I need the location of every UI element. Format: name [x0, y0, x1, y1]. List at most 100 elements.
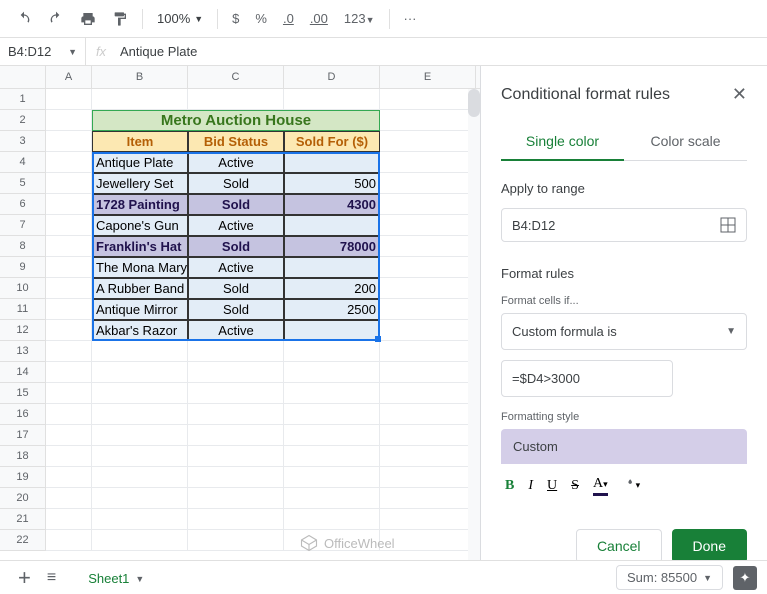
italic-button[interactable]: I	[528, 478, 533, 494]
close-icon[interactable]: ✕	[732, 84, 747, 105]
cell[interactable]	[380, 257, 476, 278]
cell[interactable]	[188, 467, 284, 488]
cell[interactable]: Jewellery Set	[92, 173, 188, 194]
cell[interactable]	[284, 89, 380, 110]
cell[interactable]	[380, 467, 476, 488]
row-header[interactable]: 12	[0, 320, 45, 341]
cell[interactable]	[46, 320, 92, 341]
cell[interactable]	[380, 215, 476, 236]
cell[interactable]	[46, 404, 92, 425]
cell[interactable]	[46, 383, 92, 404]
cell[interactable]: 200	[284, 278, 380, 299]
cell[interactable]	[46, 257, 92, 278]
cell[interactable]	[46, 110, 92, 131]
cell[interactable]	[46, 341, 92, 362]
cell[interactable]	[380, 341, 476, 362]
sum-display[interactable]: Sum: 85500▼	[616, 565, 723, 590]
format-number-dropdown[interactable]: 123▼	[338, 11, 381, 26]
print-button[interactable]	[74, 5, 102, 33]
cell[interactable]	[284, 488, 380, 509]
cell[interactable]: Active	[188, 257, 284, 278]
cell[interactable]: Akbar's Razor	[92, 320, 188, 341]
cell[interactable]	[188, 530, 284, 551]
paint-format-button[interactable]	[106, 5, 134, 33]
style-preview[interactable]: Custom	[501, 429, 747, 464]
cell[interactable]	[380, 131, 476, 152]
row-header[interactable]: 16	[0, 404, 45, 425]
cell[interactable]	[284, 425, 380, 446]
cell[interactable]	[92, 404, 188, 425]
cell[interactable]	[46, 299, 92, 320]
underline-button[interactable]: U	[547, 478, 557, 494]
col-header[interactable]: A	[46, 66, 92, 88]
cell[interactable]	[46, 278, 92, 299]
sheet-tab[interactable]: Sheet1▼	[72, 563, 160, 592]
bold-button[interactable]: B	[505, 478, 514, 494]
cell[interactable]: The Mona Mary	[92, 257, 188, 278]
cell[interactable]	[380, 488, 476, 509]
cell[interactable]	[46, 446, 92, 467]
formula-input[interactable]	[501, 360, 673, 397]
cell[interactable]	[284, 152, 380, 173]
cell[interactable]	[380, 278, 476, 299]
redo-button[interactable]	[42, 5, 70, 33]
col-header[interactable]: E	[380, 66, 476, 88]
cell[interactable]	[284, 509, 380, 530]
cell[interactable]	[380, 299, 476, 320]
cell[interactable]	[46, 530, 92, 551]
vertical-scrollbar[interactable]	[468, 89, 480, 560]
cell[interactable]	[46, 131, 92, 152]
cell[interactable]	[46, 194, 92, 215]
row-header[interactable]: 22	[0, 530, 45, 551]
toolbar-more[interactable]: ···	[398, 11, 423, 26]
cell[interactable]: Active	[188, 320, 284, 341]
row-header[interactable]: 10	[0, 278, 45, 299]
cell[interactable]: Antique Plate	[92, 152, 188, 173]
cell[interactable]	[188, 89, 284, 110]
name-box[interactable]: B4:D12▼	[0, 38, 86, 65]
cell[interactable]	[380, 320, 476, 341]
col-header[interactable]: C	[188, 66, 284, 88]
increase-decimal[interactable]: .00	[304, 11, 334, 26]
cell[interactable]	[92, 362, 188, 383]
done-button[interactable]: Done	[672, 529, 747, 560]
select-all-corner[interactable]	[0, 66, 46, 88]
cell[interactable]	[380, 89, 476, 110]
formula-bar[interactable]: Antique Plate	[116, 44, 767, 59]
cell[interactable]	[380, 110, 476, 131]
row-header[interactable]: 4	[0, 152, 45, 173]
cell[interactable]	[380, 236, 476, 257]
cell[interactable]: Sold	[188, 173, 284, 194]
cell[interactable]	[46, 425, 92, 446]
row-header[interactable]: 7	[0, 215, 45, 236]
cell[interactable]: Sold	[188, 278, 284, 299]
cell[interactable]	[188, 383, 284, 404]
cell[interactable]: 500	[284, 173, 380, 194]
cell[interactable]	[284, 446, 380, 467]
cell[interactable]	[380, 425, 476, 446]
row-header[interactable]: 21	[0, 509, 45, 530]
cell[interactable]	[188, 404, 284, 425]
decrease-decimal[interactable]: .0	[277, 11, 300, 26]
row-header[interactable]: 17	[0, 425, 45, 446]
format-percent[interactable]: %	[249, 11, 273, 26]
all-sheets-button[interactable]: ≡	[39, 569, 64, 587]
fill-color-button[interactable]: ▾	[622, 474, 641, 497]
col-header[interactable]: B	[92, 66, 188, 88]
cell[interactable]	[284, 257, 380, 278]
cell[interactable]: Active	[188, 215, 284, 236]
cell[interactable]: Capone's Gun	[92, 215, 188, 236]
cell[interactable]	[92, 425, 188, 446]
row-header[interactable]: 11	[0, 299, 45, 320]
cell[interactable]	[380, 362, 476, 383]
row-header[interactable]: 3	[0, 131, 45, 152]
row-header[interactable]: 14	[0, 362, 45, 383]
row-header[interactable]: 18	[0, 446, 45, 467]
cell[interactable]	[284, 320, 380, 341]
cell[interactable]	[92, 488, 188, 509]
cell[interactable]	[284, 467, 380, 488]
cell[interactable]	[188, 488, 284, 509]
select-range-icon[interactable]	[720, 217, 736, 233]
cell[interactable]: Active	[188, 152, 284, 173]
cell[interactable]	[284, 362, 380, 383]
